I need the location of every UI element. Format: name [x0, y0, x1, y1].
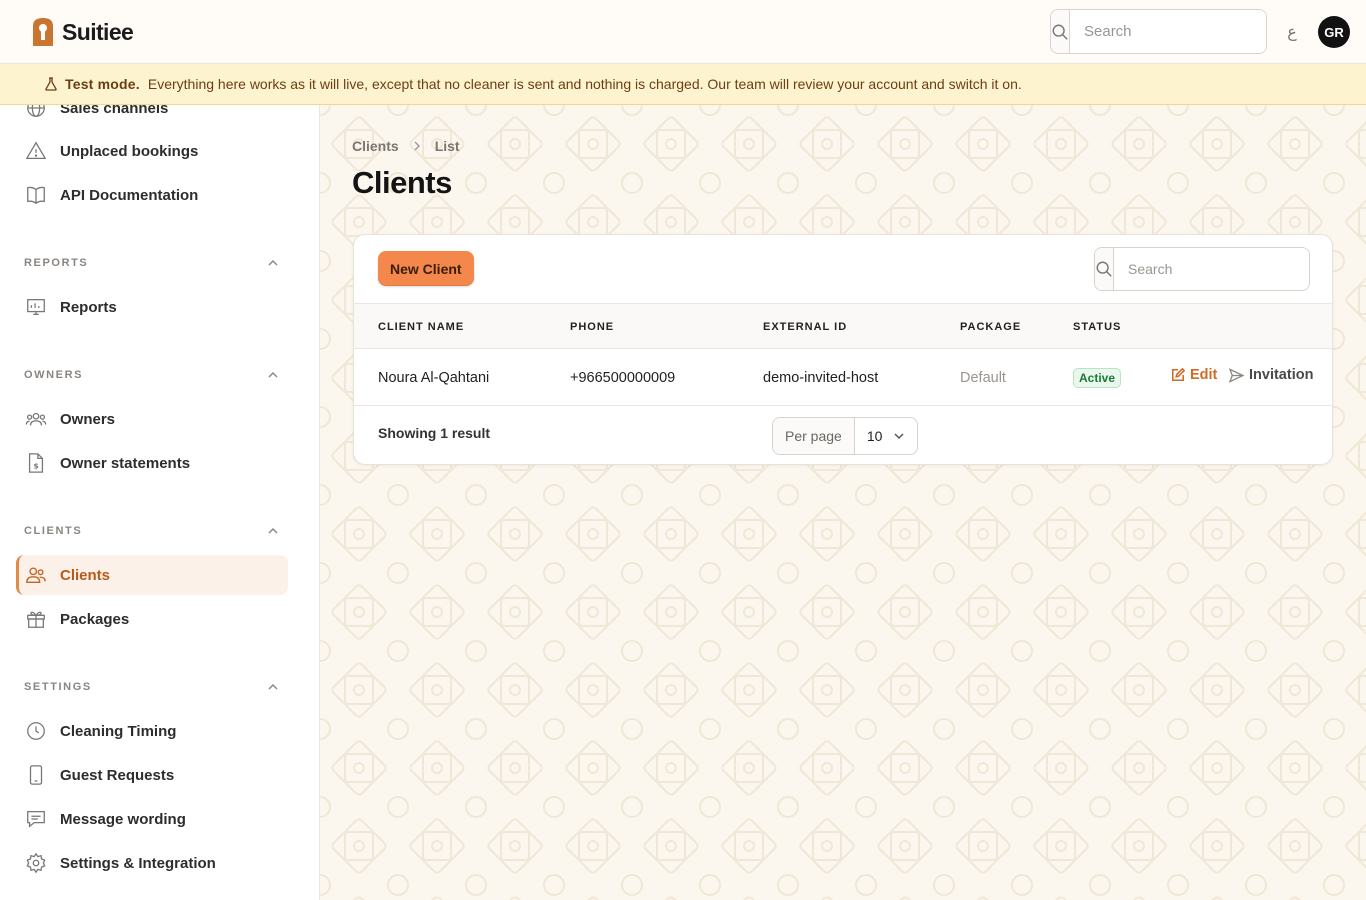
sidebar-item-cleaning-timing[interactable]: Cleaning Timing	[16, 711, 288, 751]
cell-external-id: demo-invited-host	[763, 369, 879, 386]
table-row[interactable]: Noura Al-Qahtani +966500000009 demo-invi…	[354, 349, 1332, 406]
language-toggle[interactable]: ع	[1284, 20, 1300, 44]
search-icon	[1095, 248, 1114, 290]
flask-icon	[45, 77, 57, 91]
phone-icon	[24, 763, 48, 787]
group-owners-header[interactable]: OWNERS	[24, 365, 280, 385]
gift-icon	[24, 607, 48, 631]
test-mode-banner: Test mode. Everything here works as it w…	[0, 64, 1366, 105]
main-content: Clients List Clients New Client CLIENT N…	[320, 105, 1366, 900]
chevron-right-icon	[414, 141, 420, 151]
per-page-value[interactable]: 10	[855, 418, 917, 454]
table-search[interactable]	[1094, 247, 1310, 291]
chart-icon	[24, 295, 48, 319]
user-group-icon	[24, 563, 48, 587]
sidebar-item-unplaced-bookings[interactable]: Unplaced bookings	[16, 131, 288, 171]
group-clients-header[interactable]: CLIENTS	[24, 521, 280, 541]
sidebar-item-reports[interactable]: Reports	[16, 287, 288, 327]
sidebar: Sales channels Unplaced bookings API Doc…	[0, 105, 320, 900]
book-icon	[24, 183, 48, 207]
sidebar-item-owners[interactable]: Owners	[16, 399, 288, 439]
breadcrumb-clients[interactable]: Clients	[352, 138, 399, 154]
cell-client-name: Noura Al-Qahtani	[378, 369, 490, 386]
global-search[interactable]	[1050, 9, 1267, 54]
column-header-client-name[interactable]: CLIENT NAME	[378, 304, 464, 350]
top-bar: Suitiee ع GR	[0, 0, 1366, 64]
banner-title: Test mode.	[65, 76, 140, 92]
global-search-input[interactable]	[1070, 10, 1266, 53]
sidebar-item-owner-statements[interactable]: $ Owner statements	[16, 443, 288, 483]
cell-phone: +966500000009	[570, 369, 676, 386]
cog-icon	[24, 851, 48, 875]
group-settings-header[interactable]: SETTINGS	[24, 677, 280, 697]
table-header: CLIENT NAME PHONE EXTERNAL ID PACKAGE ST…	[354, 303, 1332, 350]
results-count: Showing 1 result	[378, 425, 491, 441]
edit-icon	[1171, 368, 1185, 382]
sidebar-item-api-documentation[interactable]: API Documentation	[16, 175, 288, 215]
globe-icon	[24, 105, 48, 120]
chevron-up-icon	[268, 371, 278, 378]
users-icon	[24, 407, 48, 431]
search-icon	[1051, 10, 1070, 53]
page-title: Clients	[352, 165, 452, 200]
cell-status: Active	[1073, 349, 1122, 406]
new-client-button[interactable]: New Client	[378, 251, 474, 286]
column-header-package[interactable]: PACKAGE	[960, 304, 1021, 350]
user-avatar[interactable]: GR	[1318, 16, 1350, 48]
sidebar-item-sales-channels[interactable]: Sales channels	[16, 105, 288, 128]
keyhole-logo-icon	[33, 18, 53, 46]
per-page-label: Per page	[773, 418, 855, 454]
document-dollar-icon: $	[24, 451, 48, 475]
banner-message: Everything here works as it will live, e…	[147, 76, 1022, 92]
status-badge: Active	[1073, 367, 1122, 388]
breadcrumb-list: List	[434, 138, 460, 154]
clock-icon	[24, 719, 48, 743]
breadcrumb: Clients List	[352, 138, 460, 154]
background-pattern	[320, 105, 1366, 900]
warning-icon	[24, 139, 48, 163]
invitation-button[interactable]: Invitation	[1229, 367, 1313, 383]
chevron-up-icon	[268, 259, 278, 266]
app-name: Suitiee	[62, 18, 134, 45]
edit-button[interactable]: Edit	[1171, 367, 1217, 383]
chevron-up-icon	[268, 527, 278, 534]
sidebar-item-message-wording[interactable]: Message wording	[16, 799, 288, 839]
svg-text:$: $	[33, 462, 38, 471]
group-reports-header[interactable]: REPORTS	[24, 253, 280, 273]
sidebar-item-settings-integration[interactable]: Settings & Integration	[16, 843, 288, 883]
chevron-up-icon	[268, 683, 278, 690]
send-icon	[1229, 367, 1244, 383]
column-header-phone[interactable]: PHONE	[570, 304, 614, 350]
column-header-external-id[interactable]: EXTERNAL ID	[763, 304, 847, 350]
per-page-select[interactable]: Per page 10	[772, 417, 918, 455]
clients-table-card: New Client CLIENT NAME PHONE EXTERNAL ID…	[353, 234, 1333, 465]
sidebar-item-clients[interactable]: Clients	[16, 555, 288, 595]
table-search-input[interactable]	[1114, 248, 1309, 290]
sidebar-item-guest-requests[interactable]: Guest Requests	[16, 755, 288, 795]
chevron-down-icon	[894, 433, 904, 440]
column-header-status[interactable]: STATUS	[1073, 304, 1121, 350]
chat-icon	[24, 807, 48, 831]
sidebar-item-packages[interactable]: Packages	[16, 599, 288, 639]
app-logo[interactable]: Suitiee	[30, 16, 134, 48]
cell-package: Default	[960, 369, 1006, 386]
